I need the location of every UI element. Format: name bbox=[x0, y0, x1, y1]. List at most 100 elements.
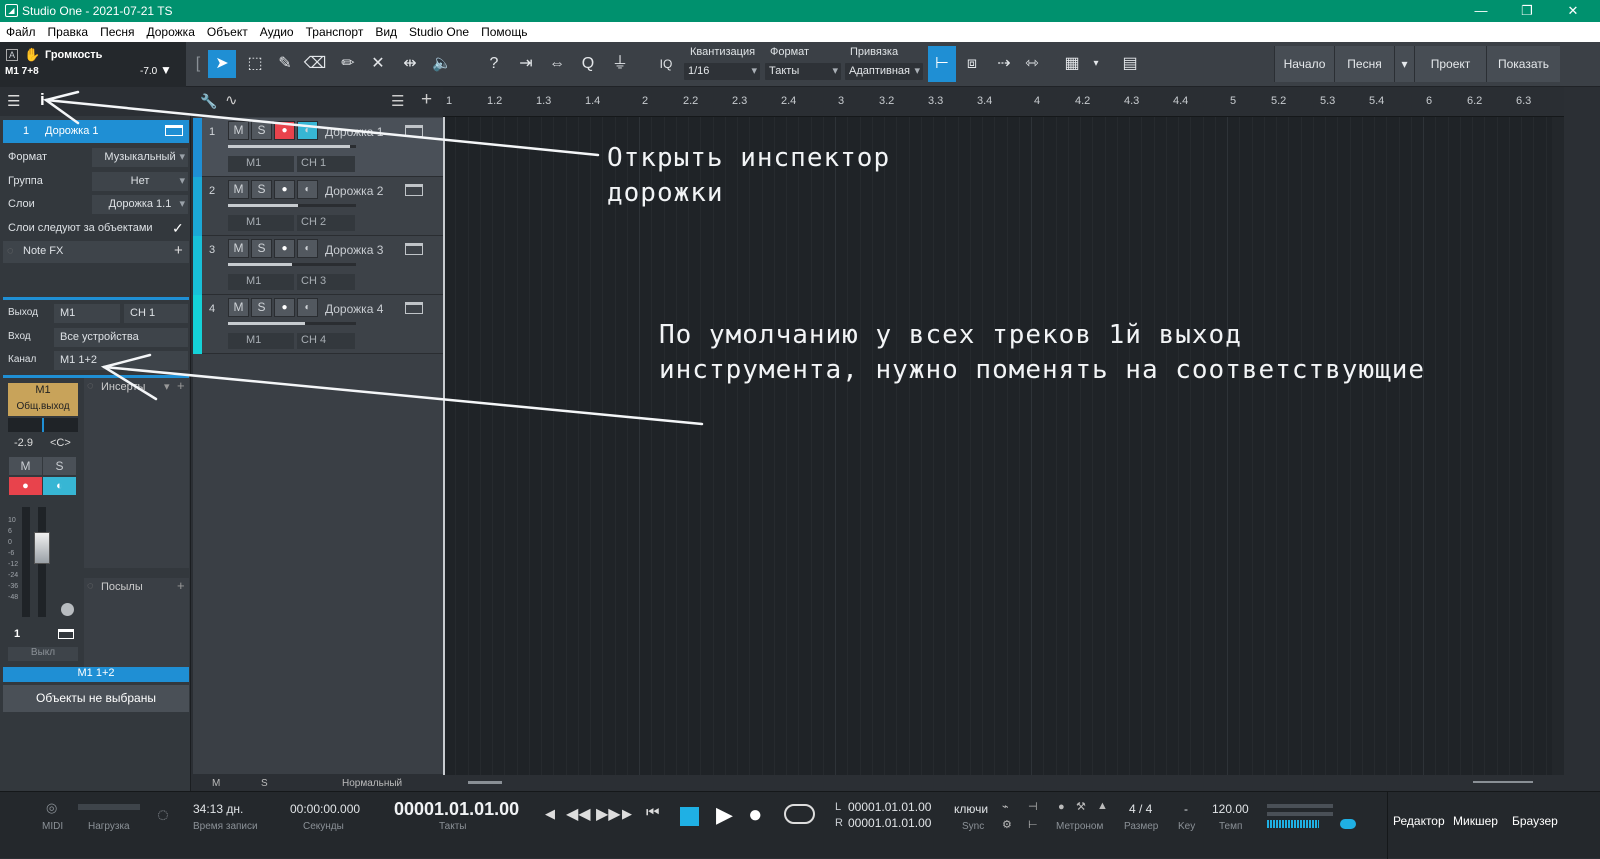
menu-help[interactable]: Помощь bbox=[475, 22, 533, 39]
track-volume-fader[interactable] bbox=[228, 204, 356, 207]
track-output-select[interactable]: M1 bbox=[228, 156, 294, 172]
track-monitor-icon[interactable]: ◐ bbox=[297, 180, 318, 199]
groove-icon[interactable]: ⏚ bbox=[606, 50, 634, 78]
track-solo-button[interactable]: S bbox=[251, 298, 272, 317]
metronome-icon[interactable]: ▲ bbox=[1097, 800, 1108, 812]
inserts-power-icon[interactable]: ◌ bbox=[87, 380, 94, 392]
snap-grid-icon[interactable]: ⊢ bbox=[928, 46, 956, 82]
time-signature-value[interactable]: 4 / 4 bbox=[1129, 802, 1152, 816]
iq-button[interactable]: IQ bbox=[652, 50, 680, 78]
volume-panel[interactable]: A ✋ Громкость M1 7+8 -7.0 ▼ bbox=[0, 42, 186, 87]
strip-mute-button[interactable]: M bbox=[9, 457, 42, 475]
snap-dropdown[interactable]: Адаптивная bbox=[845, 63, 923, 80]
list-icon[interactable]: ☰ bbox=[391, 92, 404, 110]
menu-transport[interactable]: Транспорт bbox=[300, 22, 370, 39]
song-dropdown-icon[interactable]: ▾ bbox=[1394, 46, 1414, 82]
info-icon[interactable]: i bbox=[40, 90, 45, 110]
pan-knob[interactable] bbox=[61, 603, 74, 616]
menu-audio[interactable]: Аудио bbox=[254, 22, 300, 39]
editor-button[interactable]: Редактор bbox=[1393, 814, 1445, 828]
track-mute-button[interactable]: M bbox=[228, 121, 249, 140]
volume-fader[interactable] bbox=[34, 532, 50, 564]
sends-power-icon[interactable]: ◌ bbox=[87, 580, 94, 592]
bars-value[interactable]: 00001.01.01.00 bbox=[394, 799, 519, 820]
menu-studio-one[interactable]: Studio One bbox=[403, 22, 475, 39]
sync-wave-icon[interactable]: ⌁ bbox=[1002, 800, 1009, 813]
add-insert-icon[interactable]: + bbox=[177, 378, 185, 393]
metronome-dot-icon[interactable]: ● bbox=[1058, 801, 1065, 813]
horizontal-scrollbar[interactable] bbox=[443, 775, 1564, 791]
quantize-dropdown[interactable]: 1/16 bbox=[684, 63, 760, 80]
track-channel-select[interactable]: CH 1 bbox=[297, 156, 355, 172]
automation-off[interactable]: Выкл bbox=[8, 647, 78, 661]
channel-strip-output[interactable]: Общ.выход bbox=[8, 399, 78, 416]
add-note-fx-icon[interactable]: + bbox=[174, 242, 183, 259]
next-marker-icon[interactable]: ▶ bbox=[622, 806, 632, 822]
inserts-dropdown-icon[interactable]: ▾ bbox=[164, 380, 170, 393]
return-to-start-icon[interactable]: ⏮ bbox=[646, 804, 660, 821]
track-channel-select[interactable]: CH 2 bbox=[297, 215, 355, 231]
quantize-q-icon[interactable]: Q bbox=[574, 50, 602, 78]
seconds-value[interactable]: 00:00:00.000 bbox=[290, 802, 360, 816]
minimize-button[interactable]: — bbox=[1458, 0, 1504, 22]
power-icon[interactable]: ◌ bbox=[7, 245, 14, 257]
track-solo-button[interactable]: S bbox=[251, 121, 272, 140]
snap-to-events-icon[interactable]: ⧈ bbox=[958, 50, 986, 78]
check-icon[interactable]: ✓ bbox=[172, 220, 184, 237]
track-record-icon[interactable]: ● bbox=[274, 239, 295, 258]
bend-tool-icon[interactable]: ⇹ bbox=[396, 50, 424, 78]
layers-follow-row[interactable]: Слои следуют за объектами ✓ bbox=[4, 218, 188, 240]
add-track-icon[interactable]: + bbox=[421, 89, 432, 111]
add-send-icon[interactable]: + bbox=[177, 578, 185, 593]
snap-forward-icon[interactable]: ⇥ bbox=[512, 50, 540, 78]
inspector-track-header[interactable]: 1 Дорожка 1 bbox=[3, 120, 189, 143]
timeline-ruler[interactable]: 1 1.2 1.3 1.4 2 2.2 2.3 2.4 3 3.2 3.3 3.4 4 4.2 4.3 4.4… bbox=[443, 87, 1564, 117]
loop-start[interactable]: 00001.01.01.00 bbox=[848, 800, 931, 814]
track-mute-button[interactable]: M bbox=[228, 180, 249, 199]
prev-marker-icon[interactable]: ◀ bbox=[545, 806, 555, 822]
track-color-strip[interactable] bbox=[193, 295, 202, 354]
group-row-select[interactable]: Нет bbox=[92, 172, 188, 191]
track-output-select[interactable]: M1 bbox=[228, 274, 294, 290]
play-icon[interactable]: ▶ bbox=[716, 802, 733, 828]
menu-view[interactable]: Вид bbox=[369, 22, 403, 39]
volume-dropdown-icon[interactable]: ▼ bbox=[160, 63, 172, 77]
master-toggle[interactable] bbox=[1340, 819, 1356, 829]
ripple-icon[interactable]: ⇿ bbox=[1018, 50, 1046, 78]
project-button[interactable]: Проект bbox=[1414, 46, 1486, 82]
track-channel-select[interactable]: CH 4 bbox=[297, 333, 355, 349]
track-volume-fader[interactable] bbox=[228, 145, 356, 148]
track-color-strip[interactable] bbox=[193, 118, 202, 177]
paint-tool-icon[interactable]: ✏ bbox=[334, 50, 362, 78]
track-row[interactable]: 3 M S ● ◐ Дорожка 3 M1 CH 3 bbox=[193, 236, 443, 295]
tempo-value[interactable]: 120.00 bbox=[1212, 802, 1249, 816]
track-record-icon[interactable]: ● bbox=[274, 121, 295, 140]
vertical-scrollbar[interactable] bbox=[1552, 117, 1564, 775]
record-icon[interactable]: ● bbox=[748, 801, 763, 829]
output-channel-select[interactable]: CH 1 bbox=[124, 304, 188, 323]
track-monitor-icon[interactable]: ◐ bbox=[297, 121, 318, 140]
footer-mute[interactable]: M bbox=[212, 778, 220, 789]
close-button[interactable]: ✕ bbox=[1550, 0, 1596, 22]
hamburger-icon[interactable]: ☰ bbox=[7, 92, 20, 110]
track-output-select[interactable]: M1 bbox=[228, 215, 294, 231]
track-solo-button[interactable]: S bbox=[251, 180, 272, 199]
browser-button[interactable]: Браузер bbox=[1512, 814, 1558, 828]
restore-button[interactable]: ❐ bbox=[1504, 0, 1550, 22]
track-record-icon[interactable]: ● bbox=[274, 180, 295, 199]
eraser-tool-icon[interactable]: ⌫ bbox=[301, 50, 329, 78]
wrench-icon[interactable]: 🔧 bbox=[200, 93, 217, 110]
precount-icon[interactable]: ⊢ bbox=[1028, 818, 1038, 831]
format-dropdown[interactable]: Такты bbox=[765, 63, 841, 80]
track-row[interactable]: 2 M S ● ◐ Дорожка 2 M1 CH 2 bbox=[193, 177, 443, 236]
track-name[interactable]: Дорожка 4 bbox=[325, 302, 383, 316]
help-icon[interactable]: ? bbox=[480, 50, 508, 78]
key-value[interactable]: - bbox=[1184, 802, 1188, 816]
track-name[interactable]: Дорожка 2 bbox=[325, 184, 383, 198]
punch-icon[interactable]: ⊣ bbox=[1028, 800, 1038, 813]
automation-icon[interactable]: ∿ bbox=[225, 91, 238, 109]
loop-end[interactable]: 00001.01.01.00 bbox=[848, 816, 931, 830]
menu-edit[interactable]: Правка bbox=[42, 22, 95, 39]
menu-song[interactable]: Песня bbox=[94, 22, 140, 39]
footer-mode-dropdown[interactable]: Нормальный bbox=[342, 778, 402, 789]
